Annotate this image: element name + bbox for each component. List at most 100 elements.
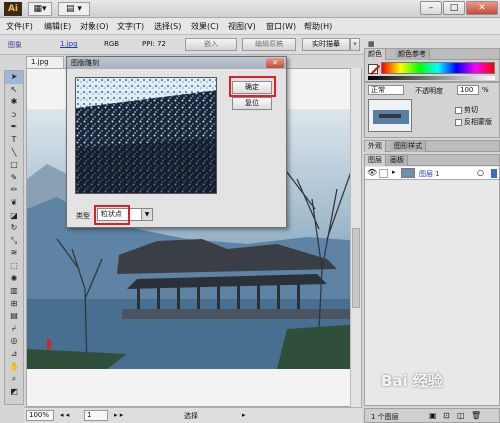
pen-tool-icon[interactable]: ✒ — [5, 121, 23, 134]
menu-type[interactable]: 文字(T) — [117, 21, 144, 32]
blend-mode-select[interactable]: 正常 — [368, 85, 404, 95]
menu-effect[interactable]: 效果(C) — [191, 21, 219, 32]
lock-toggle[interactable] — [379, 169, 388, 178]
menu-view[interactable]: 视图(V) — [228, 21, 256, 32]
menu-object[interactable]: 对象(O) — [80, 21, 109, 32]
more-options-icon[interactable]: ▦ — [368, 40, 375, 48]
reset-button[interactable]: 复位 — [232, 97, 272, 110]
chevron-down-icon: ▼ — [141, 209, 152, 220]
edit-original-button[interactable]: 编辑原稿 — [242, 38, 296, 51]
eraser-tool-icon[interactable]: ◪ — [5, 210, 23, 223]
menu-select[interactable]: 选择(S) — [154, 21, 181, 32]
delete-layer-icon[interactable]: 🗑 — [471, 411, 481, 420]
fill-stroke-icon[interactable]: ◩ — [5, 386, 23, 399]
menu-bar: 文件(F) 编辑(E) 对象(O) 文字(T) 选择(S) 效果(C) 视图(V… — [0, 18, 500, 35]
invert-mask-checkbox[interactable]: 反相蒙版 — [455, 117, 492, 127]
warp-tool-icon[interactable]: ≋ — [5, 247, 23, 260]
lasso-tool-icon[interactable]: ↄ — [5, 109, 23, 122]
color-panel-tabs: 颜色 颜色参考 — [365, 49, 499, 60]
hand-tool-icon[interactable]: ✋ — [5, 361, 23, 374]
restore-button[interactable]: □ — [443, 1, 465, 15]
symbol-sprayer-tool-icon[interactable]: ✺ — [5, 273, 23, 286]
workspace-button[interactable]: ▦▾ — [28, 2, 52, 16]
baidu-watermark: Bai 经验 — [381, 372, 443, 390]
engraving-dialog: 图版雕刻 ✕ 确定 复位 类型 粒状点 ▼ — [66, 56, 287, 228]
grayscale-ramp[interactable] — [368, 76, 495, 80]
gradient-tool-icon[interactable]: ▤ — [5, 310, 23, 323]
free-transform-tool-icon[interactable]: ⬚ — [5, 260, 23, 273]
layer-row[interactable]: 👁 ▸ 图层 1 ○ — [365, 167, 499, 180]
artboard-select[interactable]: 1 — [84, 410, 108, 421]
prev-artboard-icon[interactable]: ◂ ◂ — [60, 411, 69, 419]
make-clipping-mask-icon[interactable]: ▣ — [429, 411, 437, 420]
tab-layers[interactable]: 图层 — [365, 155, 386, 166]
tab-artboards[interactable]: 画板 — [387, 155, 408, 166]
layer-color-indicator — [491, 169, 497, 178]
rectangle-tool-icon[interactable]: □ — [5, 159, 23, 172]
layer-name[interactable]: 图层 1 — [419, 169, 440, 179]
minimize-button[interactable]: – — [420, 1, 442, 15]
status-menu-icon[interactable]: ▸ — [242, 411, 246, 419]
layer-target-icon[interactable]: ○ — [477, 168, 484, 177]
object-type-label: 图象 — [8, 41, 22, 49]
opacity-label: 不透明度 — [415, 87, 443, 95]
status-text: 选择 — [184, 412, 198, 420]
blend-tool-icon[interactable]: ◎ — [5, 335, 23, 348]
ok-highlight — [229, 76, 276, 97]
new-sublayer-icon[interactable]: ⊡ — [443, 411, 450, 420]
ppi-label: PPI: 72 — [142, 40, 166, 48]
pencil-tool-icon[interactable]: ✏ — [5, 184, 23, 197]
dialog-title: 图版雕刻 — [67, 57, 286, 69]
magic-wand-tool-icon[interactable]: ✱ — [5, 96, 23, 109]
live-trace-button[interactable]: 实时描摹 — [302, 38, 350, 51]
type-label: 类型 — [76, 212, 90, 220]
menu-help[interactable]: 帮助(H) — [304, 21, 332, 32]
layer-count: 1 个图层 — [371, 413, 399, 421]
zoom-tool-icon[interactable]: ⌕ — [5, 373, 23, 386]
embed-button[interactable]: 嵌入 — [185, 38, 237, 51]
new-layer-icon[interactable]: ◫ — [457, 411, 465, 420]
paintbrush-tool-icon[interactable]: ✎ — [5, 172, 23, 185]
menu-file[interactable]: 文件(F) — [6, 21, 33, 32]
rotate-tool-icon[interactable]: ↻ — [5, 222, 23, 235]
mesh-tool-icon[interactable]: ⊞ — [5, 298, 23, 311]
expand-arrow-icon[interactable]: ▸ — [392, 168, 396, 176]
next-artboard-icon[interactable]: ▸ ▸ — [114, 411, 123, 419]
opacity-field[interactable]: 100 — [457, 85, 479, 95]
scroll-thumb[interactable] — [352, 228, 360, 308]
type-highlight — [94, 205, 130, 225]
color-mode-label: RGB — [104, 40, 120, 48]
direct-selection-tool-icon[interactable]: ↖ — [5, 84, 23, 97]
none-fill-icon[interactable] — [368, 64, 378, 74]
menu-edit[interactable]: 编辑(E) — [44, 21, 71, 32]
engraving-preview — [75, 77, 217, 194]
file-name-link[interactable]: 1.jpg — [60, 40, 78, 48]
clip-checkbox[interactable]: 剪切 — [455, 105, 478, 115]
close-window-button[interactable]: ✕ — [466, 1, 498, 15]
arrange-button[interactable]: ▤ ▾ — [58, 2, 90, 16]
vertical-scrollbar[interactable] — [350, 68, 361, 407]
transparency-panel: 正常 不透明度 100 % 剪切 反相蒙版 — [364, 82, 500, 138]
document-tab[interactable]: 1.jpg — [26, 56, 64, 68]
visibility-eye-icon[interactable]: 👁 — [367, 168, 377, 177]
menu-window[interactable]: 窗口(W) — [266, 21, 296, 32]
tab-appearance[interactable]: 外观 — [365, 141, 386, 152]
scale-tool-icon[interactable]: ⤡ — [5, 235, 23, 248]
tools-panel: ➤ ↖ ✱ ↄ ✒ T ╲ □ ✎ ✏ ❦ ◪ ↻ ⤡ ≋ ⬚ ✺ ▥ ⊞ ▤ … — [4, 70, 24, 405]
tab-color-guide[interactable]: 颜色参考 — [395, 49, 430, 60]
trace-options-button[interactable]: ▾ — [350, 38, 360, 51]
type-tool-icon[interactable]: T — [5, 134, 23, 147]
selection-tool-icon[interactable]: ➤ — [5, 71, 23, 84]
tab-graphic-styles[interactable]: 图形样式 — [391, 141, 426, 152]
line-tool-icon[interactable]: ╲ — [5, 147, 23, 160]
eyedropper-tool-icon[interactable]: ⌿ — [5, 323, 23, 336]
layers-panel: 图层 画板 👁 ▸ 图层 1 ○ — [364, 154, 500, 406]
slice-tool-icon[interactable]: ⊿ — [5, 348, 23, 361]
app-logo: Ai — [4, 2, 22, 16]
dialog-close-button[interactable]: ✕ — [266, 58, 284, 68]
zoom-select[interactable]: 100% — [26, 410, 54, 421]
blob-brush-tool-icon[interactable]: ❦ — [5, 197, 23, 210]
color-spectrum[interactable] — [381, 62, 495, 74]
graph-tool-icon[interactable]: ▥ — [5, 285, 23, 298]
tab-color[interactable]: 颜色 — [365, 49, 386, 60]
